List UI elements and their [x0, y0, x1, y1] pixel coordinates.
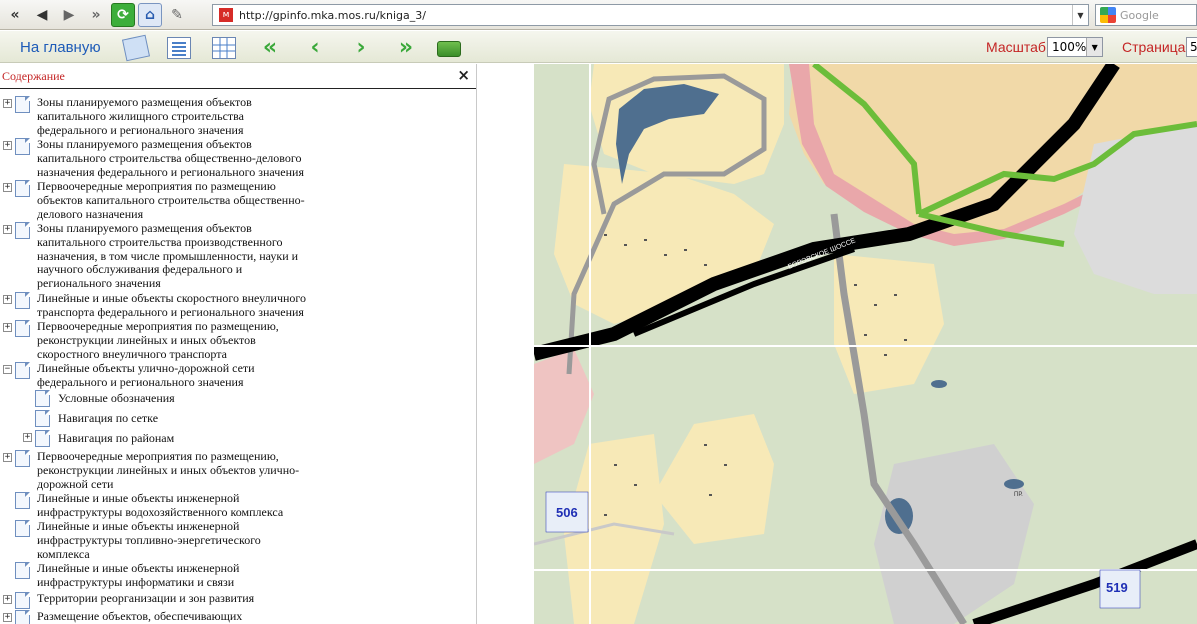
- page-icon: [35, 390, 50, 407]
- expand-icon[interactable]: +: [3, 453, 12, 462]
- close-icon[interactable]: ×: [457, 66, 470, 84]
- page-icon: [15, 222, 30, 239]
- page-icon: [35, 430, 50, 447]
- browser-toolbar: « ◀ ▶ » ⟳ ⌂ ✎ м http://gpinfo.mka.mos.ru…: [0, 0, 1197, 30]
- expand-icon[interactable]: +: [3, 99, 12, 108]
- grid-navigation-icon[interactable]: [212, 37, 236, 59]
- toc-item-label[interactable]: Первоочередные мероприятия по размещению…: [37, 179, 307, 221]
- home-icon[interactable]: ⌂: [138, 2, 162, 27]
- expand-icon[interactable]: +: [3, 225, 12, 234]
- map-viewport[interactable]: БОРОВСКОЕ ШОССЕ ПР. 506 519: [534, 64, 1197, 624]
- next-page-icon[interactable]: ›: [349, 37, 373, 59]
- home-link[interactable]: На главную: [20, 39, 101, 56]
- scale-select[interactable]: 100% ▼: [1047, 37, 1103, 57]
- gray-zone-southeast: [874, 444, 1034, 624]
- expand-icon[interactable]: +: [3, 323, 12, 332]
- page-icon: [15, 450, 30, 467]
- expand-icon[interactable]: +: [3, 295, 12, 304]
- expand-icon[interactable]: +: [23, 433, 32, 442]
- page-icon: [15, 180, 30, 197]
- back-double-icon[interactable]: «: [3, 3, 27, 27]
- expand-icon[interactable]: +: [3, 613, 12, 622]
- chevron-down-icon[interactable]: ▼: [1086, 38, 1102, 56]
- contents-pane: Содержание × + Зоны планируемого размеще…: [0, 64, 477, 624]
- page-icon: [15, 562, 30, 579]
- toc-item-label[interactable]: Линейные объекты улично-дорожной сети фе…: [37, 361, 307, 390]
- search-placeholder[interactable]: Google: [1120, 9, 1159, 22]
- contents-title: Содержание: [2, 69, 65, 83]
- page-icon: [15, 362, 30, 379]
- residential-area-south: [654, 414, 774, 544]
- map-canvas: БОРОВСКОЕ ШОССЕ ПР.: [534, 64, 1197, 624]
- map-small-label: ПР.: [1014, 492, 1023, 498]
- expand-icon[interactable]: +: [3, 183, 12, 192]
- toc-item-label[interactable]: Навигация по районам: [58, 431, 318, 446]
- page-icon: [15, 292, 30, 309]
- url-text[interactable]: http://gpinfo.mka.mos.ru/kniga_3/: [239, 9, 1072, 22]
- toc-item-label[interactable]: Навигация по сетке: [58, 411, 318, 426]
- address-bar[interactable]: м http://gpinfo.mka.mos.ru/kniga_3/ ▼: [212, 4, 1089, 26]
- toc-item-label[interactable]: Линейные и иные объекты инженерной инфра…: [37, 561, 307, 590]
- page-label: Страница: [1122, 39, 1186, 55]
- page-icon: [15, 96, 30, 113]
- previous-page-icon[interactable]: ‹: [303, 37, 327, 59]
- first-page-icon[interactable]: «: [258, 37, 282, 59]
- expand-icon[interactable]: +: [3, 141, 12, 150]
- residential-area-west: [554, 164, 774, 324]
- scale-value[interactable]: 100%: [1048, 40, 1086, 54]
- pencil-icon[interactable]: ✎: [165, 3, 189, 27]
- expand-icon[interactable]: +: [3, 595, 12, 604]
- url-dropdown-icon[interactable]: ▼: [1072, 5, 1088, 25]
- toc-item-label[interactable]: Территории реорганизации и зон развития: [37, 591, 307, 606]
- forward-double-icon[interactable]: »: [84, 3, 108, 27]
- google-icon[interactable]: [1100, 7, 1116, 23]
- document-icon[interactable]: [121, 34, 151, 62]
- app-toolbar: На главную « ‹ › » Масштаб 100% ▼ Страни…: [0, 31, 1197, 63]
- toc-item-label[interactable]: Условные обозначения: [58, 391, 318, 406]
- toc-item-label[interactable]: Зоны планируемого размещения объектов ка…: [37, 137, 307, 179]
- forward-icon[interactable]: ▶: [57, 3, 81, 27]
- toc-item-label[interactable]: Линейные и иные объекты инженерной инфра…: [37, 491, 307, 520]
- toc-item-label[interactable]: Размещение объектов, обеспечивающих: [37, 609, 307, 624]
- page-icon: [15, 520, 30, 537]
- page-icon: [35, 410, 50, 427]
- site-favicon-icon: м: [219, 8, 233, 22]
- print-icon[interactable]: [437, 41, 461, 57]
- page-icon: [15, 610, 30, 624]
- contents-header: Содержание ×: [0, 64, 476, 89]
- last-page-icon[interactable]: »: [394, 37, 418, 59]
- page-icon: [15, 320, 30, 337]
- grid-cell-519[interactable]: 519: [1106, 580, 1128, 595]
- pink-zone-west: [534, 349, 594, 464]
- page-icon: [15, 592, 30, 609]
- toc-item-label[interactable]: Первоочередные мероприятия по размещению…: [37, 319, 307, 361]
- collapse-icon[interactable]: −: [3, 365, 12, 374]
- toc-item-label[interactable]: Первоочередные мероприятия по размещению…: [37, 449, 307, 491]
- toc-item-label[interactable]: Зоны планируемого размещения объектов ка…: [37, 221, 307, 291]
- pond-east: [1004, 479, 1024, 489]
- contents-list-icon[interactable]: [167, 37, 191, 59]
- toc-item-label[interactable]: Линейные и иные объекты скоростного внеу…: [37, 291, 307, 320]
- toc-item-label[interactable]: Зоны планируемого размещения объектов ка…: [37, 95, 307, 137]
- back-icon[interactable]: ◀: [30, 3, 54, 27]
- grid-cell-506[interactable]: 506: [556, 505, 578, 520]
- toc-item-label[interactable]: Линейные и иные объекты инженерной инфра…: [37, 519, 307, 561]
- page-input[interactable]: 5: [1186, 37, 1197, 57]
- page-icon: [15, 138, 30, 155]
- refresh-icon[interactable]: ⟳: [111, 2, 135, 27]
- page-icon: [15, 492, 30, 509]
- search-box[interactable]: Google: [1095, 4, 1197, 26]
- scale-label: Масштаб: [986, 39, 1046, 55]
- pond-center: [931, 380, 947, 388]
